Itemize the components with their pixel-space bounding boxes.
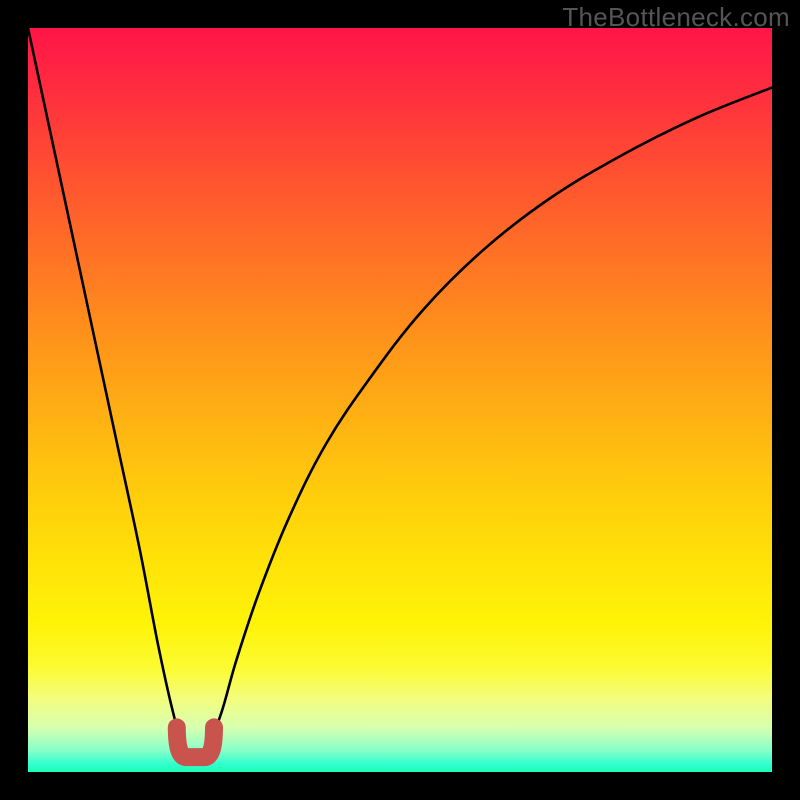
gradient-plot-area (28, 28, 772, 772)
bottleneck-curve-svg (28, 28, 772, 772)
optimal-bump (177, 727, 214, 757)
bottleneck-curve (28, 28, 772, 757)
